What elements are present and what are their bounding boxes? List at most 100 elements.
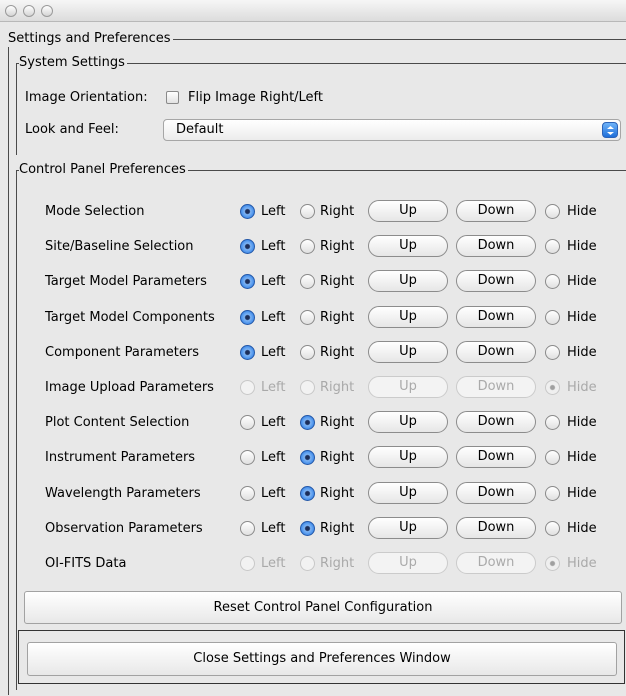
select-arrows-icon (602, 122, 618, 138)
control-row-label: OI-FITS Data (45, 556, 127, 571)
up-button[interactable]: Up (368, 481, 448, 504)
hide-radio-label[interactable]: Hide (567, 239, 597, 255)
look-and-feel-value: Default (176, 122, 224, 137)
up-button[interactable]: Up (368, 305, 448, 328)
hide-radio[interactable] (545, 309, 560, 325)
hide-radio-label: Hide (567, 556, 597, 571)
left-radio-label[interactable]: Left (261, 274, 285, 290)
left-radio (240, 556, 255, 571)
left-radio-label[interactable]: Left (261, 450, 285, 466)
down-button[interactable]: Down (456, 270, 536, 293)
right-radio-label[interactable]: Right (320, 486, 354, 502)
hide-radio-label[interactable]: Hide (567, 310, 597, 326)
down-button[interactable]: Down (456, 411, 536, 434)
right-radio-label[interactable]: Right (320, 521, 354, 537)
hide-radio-label[interactable]: Hide (567, 521, 597, 537)
right-radio (300, 380, 315, 395)
right-radio-label[interactable]: Right (320, 345, 354, 361)
reset-configuration-button[interactable]: Reset Control Panel Configuration (24, 591, 622, 624)
control-row-label: Target Model Components (45, 309, 215, 325)
right-radio-label: Right (320, 380, 355, 395)
zoom-window-icon[interactable] (41, 5, 53, 17)
control-row-label: Target Model Parameters (45, 274, 207, 290)
hide-radio-label[interactable]: Hide (567, 204, 597, 220)
left-radio (240, 380, 255, 395)
hide-radio[interactable] (545, 485, 560, 501)
minimize-window-icon[interactable] (23, 5, 35, 17)
up-button[interactable]: Up (368, 200, 448, 222)
left-radio[interactable] (240, 344, 255, 360)
left-radio[interactable] (240, 309, 255, 325)
close-window-icon[interactable] (5, 5, 17, 17)
down-button[interactable]: Down (456, 340, 536, 363)
close-settings-button[interactable]: Close Settings and Preferences Window (27, 642, 617, 676)
up-button[interactable]: Up (368, 446, 448, 469)
hide-radio[interactable] (545, 520, 560, 536)
right-radio-label: Right (320, 556, 355, 571)
left-radio-label[interactable]: Left (261, 204, 285, 220)
left-radio-label[interactable]: Left (261, 310, 285, 326)
down-button: Down (456, 552, 536, 574)
left-radio[interactable] (240, 204, 255, 219)
right-radio[interactable] (300, 309, 315, 325)
hide-radio-label[interactable]: Hide (567, 450, 597, 466)
control-panel-title: Control Panel Preferences (19, 162, 188, 178)
hide-radio[interactable] (545, 344, 560, 360)
left-radio-label[interactable]: Left (261, 345, 285, 361)
down-button: Down (456, 376, 536, 398)
down-button[interactable]: Down (456, 516, 536, 539)
right-radio-label[interactable]: Right (320, 204, 354, 220)
look-and-feel-label: Look and Feel: (25, 122, 119, 137)
left-radio[interactable] (240, 485, 255, 501)
control-row-label: Image Upload Parameters (45, 380, 214, 395)
down-button[interactable]: Down (456, 305, 536, 328)
right-radio-label[interactable]: Right (320, 274, 354, 290)
right-radio (300, 556, 315, 571)
control-row-label: Component Parameters (45, 344, 200, 360)
control-row-label: Instrument Parameters (45, 450, 196, 466)
right-radio[interactable] (300, 204, 315, 219)
hide-radio-label[interactable]: Hide (567, 415, 597, 431)
right-radio[interactable] (300, 485, 315, 501)
left-radio-label: Left (261, 556, 286, 571)
up-button[interactable]: Up (368, 235, 448, 258)
hide-radio-label[interactable]: Hide (567, 345, 597, 361)
left-radio-label[interactable]: Left (261, 521, 285, 537)
system-settings-title: System Settings (19, 55, 127, 71)
down-button[interactable]: Down (456, 200, 536, 222)
settings-group-title: Settings and Preferences (8, 31, 173, 47)
control-row-label: Plot Content Selection (45, 415, 190, 431)
hide-radio (545, 380, 560, 395)
hide-radio[interactable] (545, 204, 560, 219)
left-radio-label[interactable]: Left (261, 415, 285, 431)
right-radio-label[interactable]: Right (320, 415, 354, 431)
close-settings-label: Close Settings and Preferences Window (193, 651, 451, 666)
right-radio-label[interactable]: Right (320, 239, 354, 255)
right-radio[interactable] (300, 520, 315, 536)
control-row-label: Site/Baseline Selection (45, 239, 194, 255)
up-button[interactable]: Up (368, 340, 448, 363)
control-row-label: Mode Selection (45, 204, 145, 219)
hide-radio-label[interactable]: Hide (567, 486, 597, 502)
left-radio-label[interactable]: Left (261, 239, 285, 255)
flip-image-label[interactable]: Flip Image Right/Left (188, 90, 323, 106)
look-and-feel-select[interactable]: Default (163, 119, 621, 141)
up-button[interactable]: Up (368, 270, 448, 293)
flip-image-checkbox[interactable] (166, 91, 179, 104)
control-row-label: Wavelength Parameters (45, 485, 201, 501)
left-radio[interactable] (240, 520, 255, 536)
right-radio-label[interactable]: Right (320, 450, 354, 466)
down-button[interactable]: Down (456, 481, 536, 504)
up-button[interactable]: Up (368, 411, 448, 434)
image-orientation-label: Image Orientation: (25, 90, 148, 105)
hide-radio-label: Hide (567, 380, 597, 395)
up-button: Up (368, 552, 448, 574)
up-button[interactable]: Up (368, 516, 448, 539)
right-radio[interactable] (300, 344, 315, 360)
down-button[interactable]: Down (456, 446, 536, 469)
up-button: Up (368, 376, 448, 398)
down-button[interactable]: Down (456, 235, 536, 258)
right-radio-label[interactable]: Right (320, 310, 354, 326)
left-radio-label[interactable]: Left (261, 486, 285, 502)
hide-radio-label[interactable]: Hide (567, 274, 597, 290)
